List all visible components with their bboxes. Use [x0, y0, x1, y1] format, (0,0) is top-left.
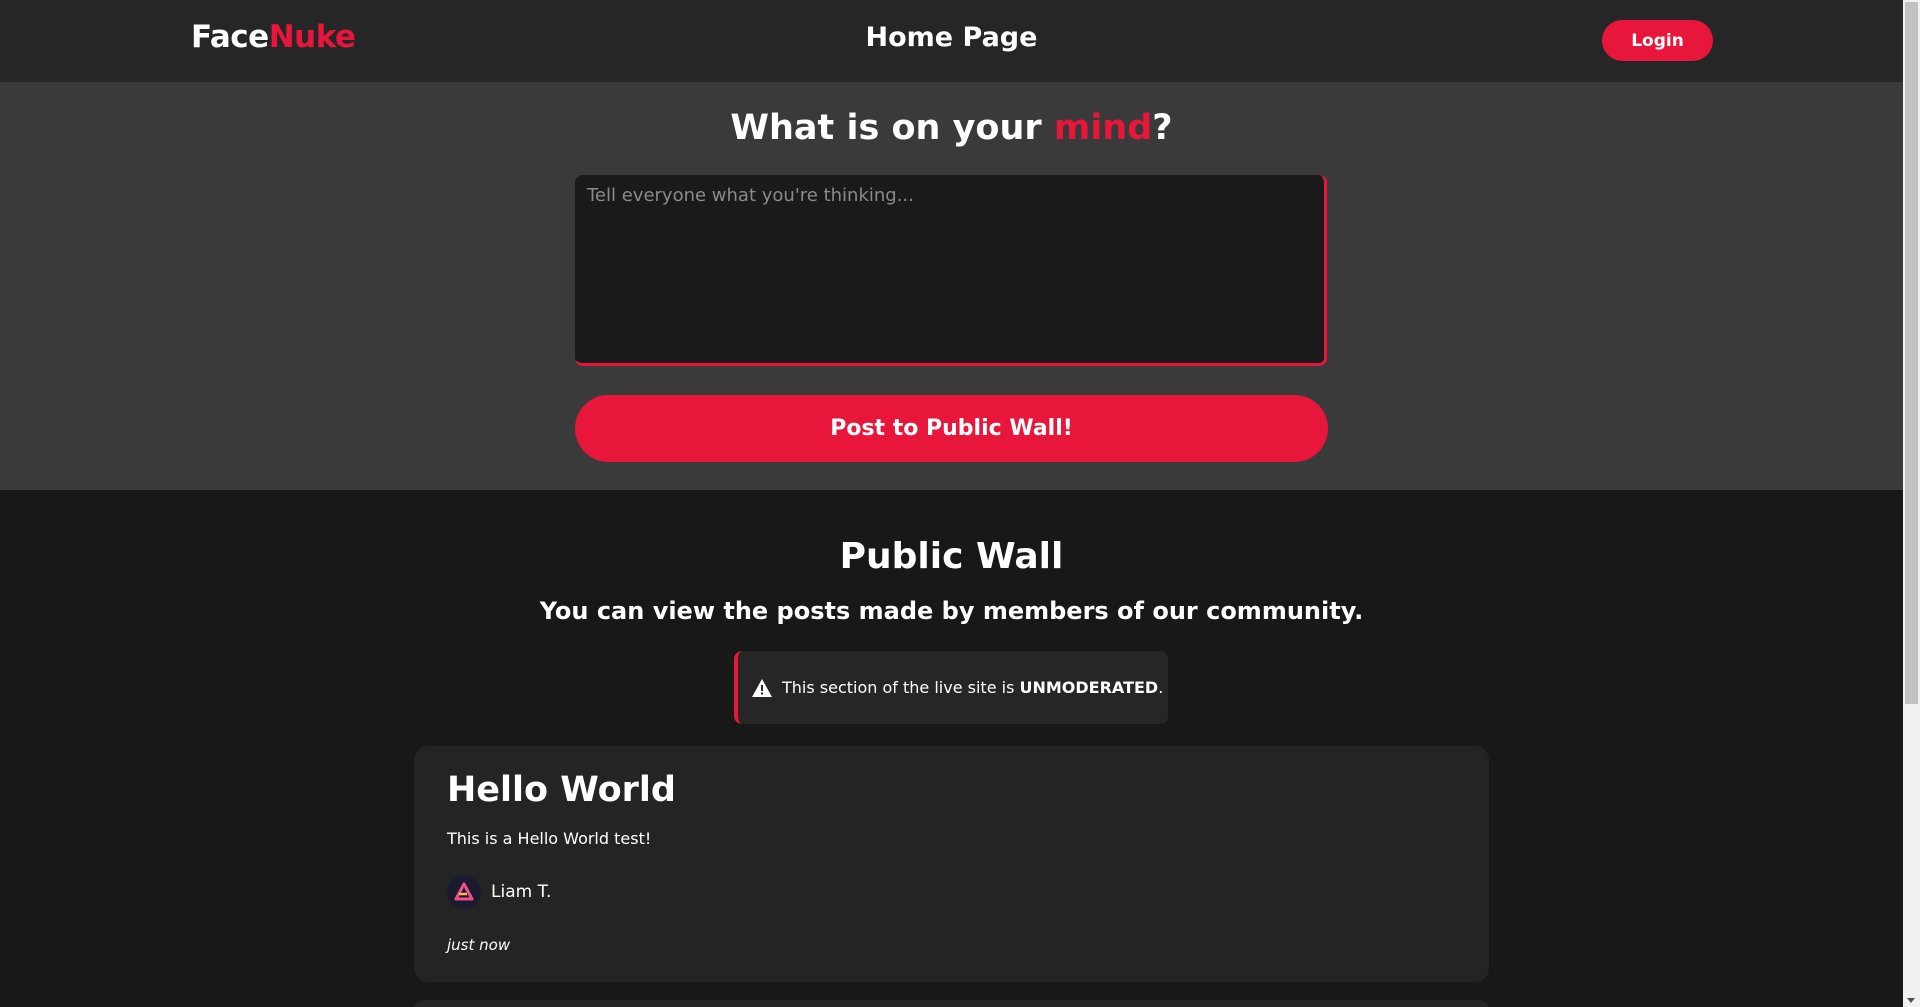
warning-emphasis: UNMODERATED: [1019, 678, 1159, 697]
post-card: Hello World This is a Hello World test! …: [414, 746, 1489, 982]
compose-heading-accent: mind: [1053, 108, 1153, 148]
post-author[interactable]: Liam T.: [447, 875, 551, 909]
post-body: This is a Hello World test!: [447, 829, 652, 848]
warning-prefix: This section of the live site is: [782, 678, 1020, 697]
compose-section: What is on your mind? Tell everyone what…: [0, 82, 1903, 490]
public-wall-title: Public Wall: [839, 536, 1064, 577]
vertical-scrollbar[interactable]: [1903, 0, 1920, 1007]
avatar: [447, 875, 481, 909]
next-post-card: [414, 1000, 1489, 1007]
scroll-down-arrow-icon[interactable]: [1907, 998, 1915, 1003]
scrollbar-thumb[interactable]: [1905, 2, 1918, 704]
warning-suffix: .: [1158, 678, 1164, 697]
public-wall-subtitle: You can view the posts made by members o…: [539, 597, 1364, 625]
post-textarea[interactable]: Tell everyone what you're thinking...: [575, 175, 1327, 366]
author-name: Liam T.: [491, 882, 552, 902]
login-button[interactable]: Login: [1602, 20, 1713, 61]
post-textarea-placeholder: Tell everyone what you're thinking...: [587, 185, 914, 206]
post-title: Hello World: [447, 770, 676, 810]
compose-heading-text: What is on your: [730, 108, 1054, 148]
page: FaceNuke Home Page Login What is on your…: [0, 0, 1920, 1007]
top-navbar: FaceNuke Home Page Login: [0, 0, 1903, 82]
post-to-wall-button[interactable]: Post to Public Wall!: [575, 395, 1328, 462]
warning-text: This section of the live site is UNMODER…: [782, 678, 1163, 697]
compose-heading: What is on your mind?: [0, 108, 1903, 148]
post-timestamp: just now: [447, 936, 511, 954]
compose-heading-question: ?: [1152, 108, 1173, 148]
avatar-logo-icon: [454, 882, 474, 901]
warning-triangle-icon: [752, 678, 772, 697]
unmoderated-warning: This section of the live site is UNMODER…: [734, 651, 1168, 724]
